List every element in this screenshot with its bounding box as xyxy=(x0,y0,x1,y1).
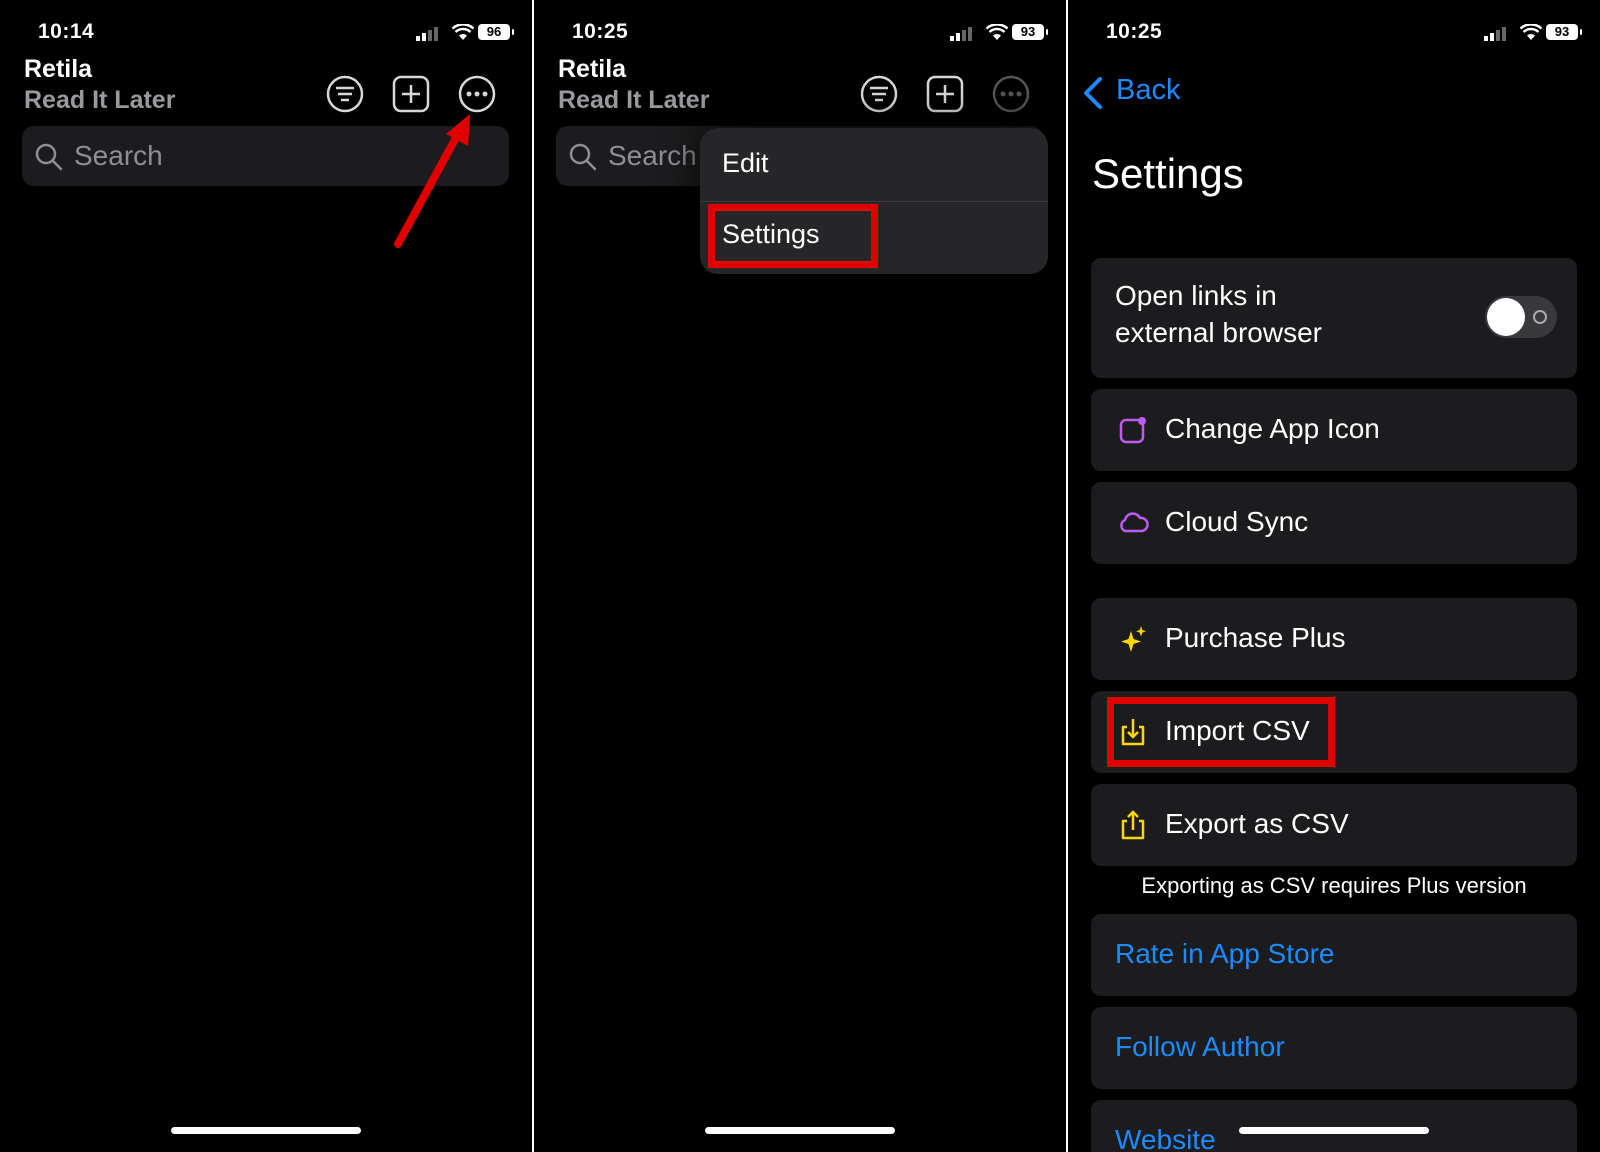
chevron-left-icon xyxy=(1084,77,1102,109)
change-app-icon-row[interactable]: Change App Icon xyxy=(1091,389,1577,471)
page-title: Settings xyxy=(1092,150,1244,197)
purchase-plus-row[interactable]: Purchase Plus xyxy=(1091,598,1577,680)
toggle-knob xyxy=(1487,298,1525,336)
wifi-icon xyxy=(452,24,474,40)
more-icon[interactable] xyxy=(457,74,497,114)
search-placeholder: Search xyxy=(74,140,163,171)
battery-indicator: 96 xyxy=(478,24,514,40)
add-icon[interactable] xyxy=(925,74,965,114)
screenshot-panel-2: 10:25 93 Retila Read It Later Search Edi… xyxy=(534,0,1066,1152)
more-menu: Edit Settings xyxy=(700,128,1048,274)
filter-icon[interactable] xyxy=(859,74,899,114)
filter-icon[interactable] xyxy=(325,74,365,114)
red-arrow-annotation xyxy=(394,114,470,248)
battery-indicator: 93 xyxy=(1012,24,1048,40)
cloud-icon xyxy=(1120,512,1149,533)
export-csv-label: Export as CSV xyxy=(1165,808,1349,839)
cellular-signal-icon xyxy=(950,27,972,41)
toggle-off-indicator xyxy=(1533,310,1547,324)
follow-author-link[interactable]: Follow Author xyxy=(1115,1031,1285,1063)
purchase-plus-label: Purchase Plus xyxy=(1165,622,1346,653)
cellular-signal-icon xyxy=(1484,27,1506,41)
search-icon xyxy=(569,143,597,171)
rate-app-store-link[interactable]: Rate in App Store xyxy=(1115,938,1334,970)
export-footnote: Exporting as CSV requires Plus version xyxy=(1141,873,1527,898)
screenshot-panel-3: 10:25 93 Back Settings Open links in ext… xyxy=(1068,0,1600,1152)
website-link[interactable]: Website xyxy=(1115,1124,1216,1152)
app-title: Retila xyxy=(24,55,93,83)
more-icon[interactable] xyxy=(991,74,1031,114)
search-placeholder: Search xyxy=(608,140,697,171)
home-indicator xyxy=(705,1127,895,1134)
toggle-label-line-2: external browser xyxy=(1115,317,1322,348)
cloud-sync-row[interactable]: Cloud Sync xyxy=(1091,482,1577,564)
battery-indicator: 93 xyxy=(1546,24,1582,40)
change-app-icon-label: Change App Icon xyxy=(1165,413,1380,444)
status-bar: 10:14 96 xyxy=(0,0,532,60)
red-highlight-box xyxy=(1107,697,1335,767)
open-links-setting: Open links in external browser xyxy=(1091,258,1577,378)
cloud-sync-label: Cloud Sync xyxy=(1165,506,1309,537)
toggle-label-line-1: Open links in xyxy=(1115,280,1277,311)
status-time: 10:25 xyxy=(572,20,629,43)
sparkles-icon xyxy=(1121,626,1146,652)
home-indicator xyxy=(171,1127,361,1134)
wifi-icon xyxy=(986,24,1008,40)
screenshot-panel-1: 10:14 96 Retila Read It Later Search xyxy=(0,0,532,1152)
app-subtitle: Read It Later xyxy=(24,86,176,114)
cellular-signal-icon xyxy=(416,27,438,41)
app-subtitle: Read It Later xyxy=(558,86,710,114)
menu-item-edit[interactable]: Edit xyxy=(722,148,769,179)
status-time: 10:25 xyxy=(1106,20,1163,43)
status-time: 10:14 xyxy=(38,20,95,43)
rate-app-store-row[interactable]: Rate in App Store xyxy=(1091,914,1577,996)
add-icon[interactable] xyxy=(391,74,431,114)
export-csv-row[interactable]: Export as CSV xyxy=(1091,784,1577,866)
status-bar: 10:25 93 xyxy=(1068,0,1600,60)
red-highlight-box xyxy=(708,204,878,268)
back-label: Back xyxy=(1116,74,1181,106)
app-title: Retila xyxy=(558,55,627,83)
open-links-toggle[interactable] xyxy=(1485,296,1557,338)
status-bar: 10:25 93 xyxy=(534,0,1066,60)
home-indicator xyxy=(1239,1127,1429,1134)
wifi-icon xyxy=(1520,24,1542,40)
website-row[interactable]: Website xyxy=(1091,1100,1577,1152)
menu-divider xyxy=(700,201,1048,202)
search-icon xyxy=(35,143,63,171)
app-icon-icon xyxy=(1119,417,1146,444)
share-icon xyxy=(1121,810,1145,840)
follow-author-row[interactable]: Follow Author xyxy=(1091,1007,1577,1089)
